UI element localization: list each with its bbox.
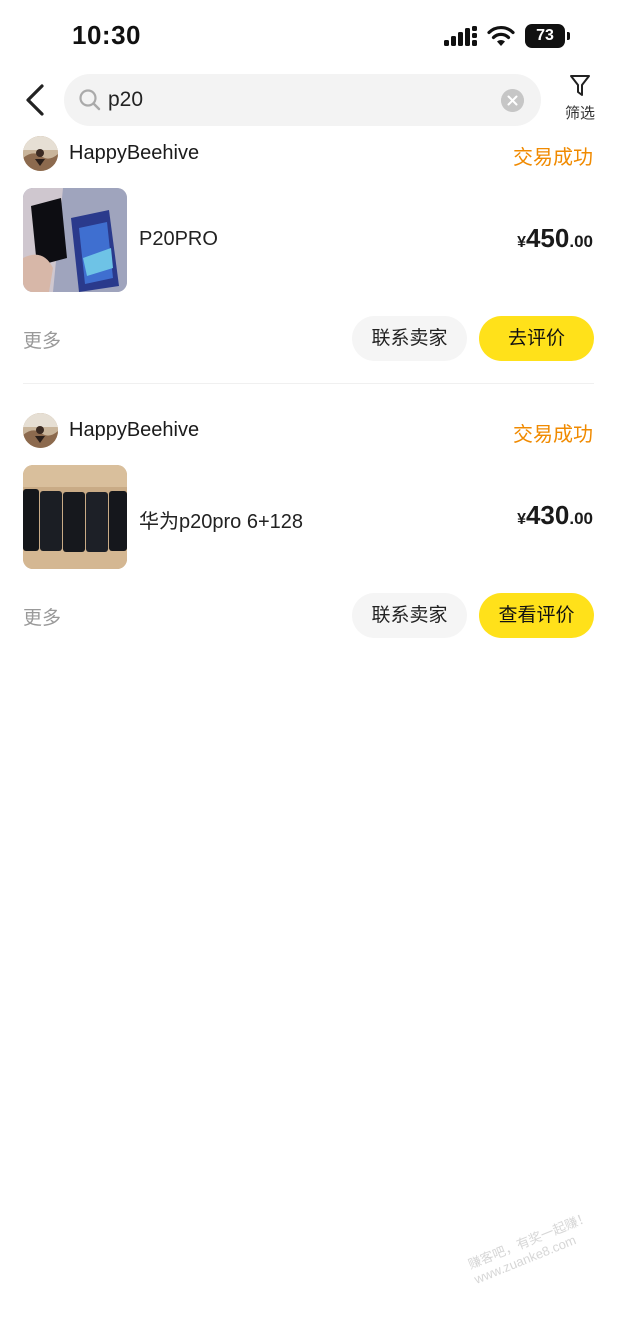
avatar[interactable]: [23, 413, 58, 448]
status-time: 10:30: [72, 20, 141, 50]
battery-icon: 73: [525, 24, 565, 48]
search-header: 筛选: [0, 72, 617, 130]
contact-seller-button[interactable]: 联系卖家: [352, 593, 467, 638]
more-link[interactable]: 更多: [23, 603, 61, 630]
price-decimal: .00: [569, 232, 593, 251]
product-image: [23, 465, 127, 569]
product-thumbnail[interactable]: [23, 188, 127, 292]
wifi-icon: [487, 25, 515, 46]
price-integer: 450: [525, 223, 570, 253]
filter-funnel-icon: [570, 75, 590, 96]
filter-label: 筛选: [564, 105, 595, 122]
order-status: 交易成功: [513, 147, 593, 169]
clear-search-icon[interactable]: [501, 89, 524, 112]
avatar-image: [23, 136, 58, 171]
view-review-button[interactable]: 查看评价: [479, 593, 594, 638]
product-image: [23, 188, 127, 292]
price-integer: 430: [525, 500, 570, 530]
product-thumbnail[interactable]: [23, 465, 127, 569]
divider: [23, 383, 594, 384]
search-icon: [79, 89, 101, 111]
price-decimal: .00: [569, 509, 593, 528]
product-title[interactable]: P20PRO: [139, 228, 218, 251]
seller-name[interactable]: HappyBeehive: [69, 419, 199, 442]
contact-seller-button[interactable]: 联系卖家: [352, 316, 467, 361]
avatar[interactable]: [23, 136, 58, 171]
battery-tip: [567, 32, 570, 40]
product-title[interactable]: 华为p20pro 6+128: [139, 505, 303, 534]
order-status: 交易成功: [513, 424, 593, 446]
search-input[interactable]: [108, 74, 488, 126]
battery-level: 73: [536, 27, 554, 44]
cellular-signal-icon: [444, 26, 477, 46]
status-bar: 10:30 73: [0, 0, 617, 72]
back-arrow-icon[interactable]: [18, 80, 54, 120]
write-review-button[interactable]: 去评价: [479, 316, 594, 361]
seller-name[interactable]: HappyBeehive: [69, 142, 199, 165]
price-symbol: ¥: [517, 234, 526, 251]
seller-row[interactable]: HappyBeehive 交易成功: [0, 407, 617, 457]
seller-row[interactable]: HappyBeehive 交易成功: [0, 130, 617, 180]
more-link[interactable]: 更多: [23, 326, 61, 353]
avatar-image: [23, 413, 58, 448]
search-box[interactable]: [64, 74, 541, 126]
price-symbol: ¥: [517, 511, 526, 528]
price: ¥430.00: [517, 500, 593, 531]
filter-button[interactable]: 筛选: [556, 74, 604, 128]
price: ¥450.00: [517, 223, 593, 254]
watermark: 赚客吧，有奖一起赚！ www.zuanke8.com: [466, 1209, 599, 1287]
